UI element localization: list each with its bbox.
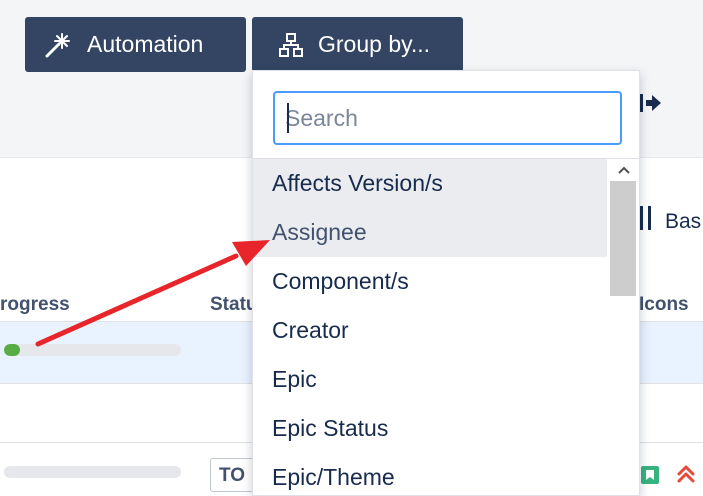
text-caret — [287, 103, 289, 133]
progress-column-header[interactable]: rogress — [0, 294, 70, 316]
group-by-button[interactable]: Group by... — [252, 17, 463, 72]
board-label: Bas — [665, 210, 702, 233]
magic-wand-icon — [45, 32, 71, 58]
icons-column-header[interactable]: Icons — [639, 294, 689, 316]
option-creator[interactable]: Creator — [253, 306, 607, 355]
columns-icon[interactable] — [640, 206, 652, 230]
status-column-header[interactable]: Statu — [210, 294, 258, 316]
hierarchy-icon — [278, 32, 304, 58]
group-by-options: Affects Version/s Assignee Component/s C… — [253, 159, 607, 495]
option-assignee[interactable]: Assignee — [253, 208, 607, 257]
option-epic[interactable]: Epic — [253, 355, 607, 404]
exit-arrow-icon[interactable] — [640, 92, 662, 114]
automation-button[interactable]: Automation — [25, 17, 246, 72]
group-by-label: Group by... — [318, 31, 431, 57]
progress-bar — [4, 344, 181, 356]
option-epic-status[interactable]: Epic Status — [253, 404, 607, 453]
progress-fill — [4, 344, 20, 356]
search-input[interactable] — [275, 93, 620, 143]
progress-bar — [4, 466, 181, 478]
option-epic-theme[interactable]: Epic/Theme — [253, 453, 607, 495]
story-bookmark-icon — [641, 466, 659, 484]
automation-label: Automation — [87, 31, 204, 57]
option-affects-version[interactable]: Affects Version/s — [253, 159, 607, 208]
group-by-dropdown: Affects Version/s Assignee Component/s C… — [252, 70, 640, 496]
search-field[interactable] — [273, 91, 622, 145]
scrollbar-thumb[interactable] — [610, 181, 636, 296]
chevron-up-icon[interactable] — [608, 159, 639, 181]
priority-highest-icon — [677, 465, 695, 483]
option-component[interactable]: Component/s — [253, 257, 607, 306]
dropdown-scrollbar[interactable] — [608, 159, 639, 495]
page: Automation Group by... Bas rogress Statu… — [0, 0, 703, 496]
